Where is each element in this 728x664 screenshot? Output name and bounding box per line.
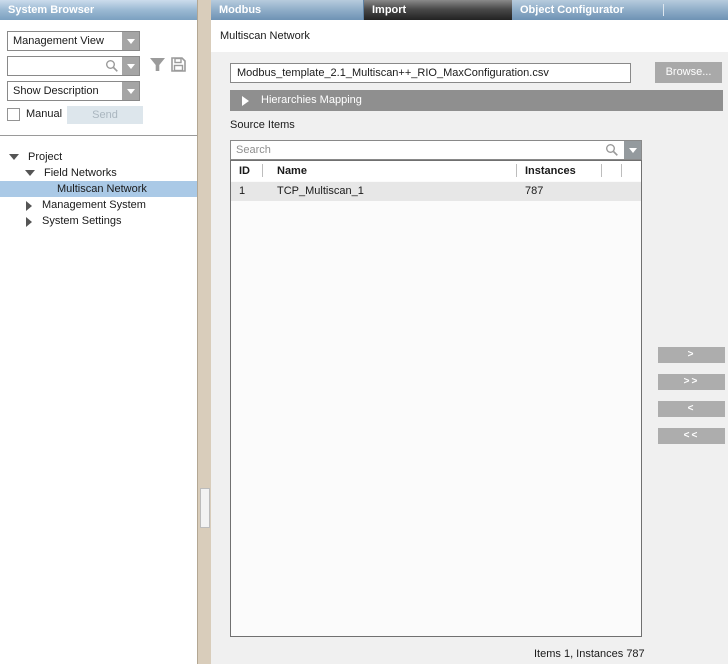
tab-import[interactable]: Import — [364, 0, 512, 20]
source-items-label: Source Items — [230, 119, 295, 131]
tree-item-project[interactable]: Project — [0, 149, 197, 165]
chevron-down-icon[interactable] — [122, 32, 139, 50]
source-search-field[interactable] — [230, 140, 642, 160]
manual-checkbox[interactable] — [7, 108, 20, 121]
tree-item-management-system[interactable]: Management System — [0, 197, 197, 213]
cell-name: TCP_Multiscan_1 — [263, 182, 516, 201]
browser-search-field[interactable] — [7, 56, 140, 76]
view-selector-dropdown[interactable]: Management View — [7, 31, 140, 51]
search-icon — [105, 59, 119, 76]
tab-modbus[interactable]: Modbus — [211, 0, 364, 20]
table-row[interactable]: 1 TCP_Multiscan_1 787 — [231, 182, 641, 201]
import-file-field[interactable] — [230, 63, 631, 83]
description-selector-value: Show Description — [13, 85, 99, 97]
system-browser-panel: System Browser Management View Show Desc… — [0, 0, 197, 664]
expand-arrow-icon[interactable] — [9, 154, 19, 160]
description-selector-dropdown[interactable]: Show Description — [7, 81, 140, 101]
search-icon — [605, 143, 619, 160]
filter-icon[interactable] — [149, 57, 166, 76]
tab-object-configurator[interactable]: Object Configurator — [512, 0, 663, 20]
column-header-spacer — [602, 161, 621, 181]
column-header-id[interactable]: ID — [231, 161, 262, 181]
import-file-input[interactable] — [231, 64, 630, 82]
tab-bar: Modbus Import Object Configurator — [211, 0, 728, 20]
move-right-button[interactable]: > — [658, 347, 725, 363]
collapse-arrow-icon — [242, 96, 249, 106]
chevron-down-icon[interactable] — [122, 82, 139, 100]
source-items-table: ID Name Instances 1 TCP_Multiscan_1 787 — [230, 160, 642, 637]
system-browser-tree: Project Field Networks Multiscan Network… — [0, 149, 197, 229]
save-icon[interactable] — [170, 56, 187, 76]
move-all-left-button[interactable]: << — [658, 428, 725, 444]
search-options-chevron-icon[interactable] — [122, 57, 139, 75]
collapse-arrow-icon[interactable] — [26, 201, 32, 211]
collapse-arrow-icon[interactable] — [26, 217, 32, 227]
panel-separator — [0, 135, 197, 136]
cell-instances: 787 — [517, 182, 601, 201]
tree-item-field-networks[interactable]: Field Networks — [0, 165, 197, 181]
status-bar-text: Items 1, Instances 787 — [534, 648, 645, 660]
tree-item-multiscan-network[interactable]: Multiscan Network — [0, 181, 197, 197]
vertical-scrollbar[interactable] — [197, 0, 211, 664]
cell-id: 1 — [231, 182, 262, 201]
hierarchies-mapping-label: Hierarchies Mapping — [261, 90, 362, 111]
tree-item-system-settings[interactable]: System Settings — [0, 213, 197, 229]
browse-button[interactable]: Browse... — [655, 62, 722, 83]
table-header-row: ID Name Instances — [231, 161, 641, 181]
tab-bar-divider — [663, 4, 664, 16]
column-header-instances[interactable]: Instances — [517, 161, 601, 181]
scrollbar-thumb[interactable] — [200, 488, 210, 528]
move-all-right-button[interactable]: >> — [658, 374, 725, 390]
search-options-chevron-icon[interactable] — [624, 141, 641, 159]
column-divider[interactable] — [621, 164, 622, 177]
import-panel: Modbus Import Object Configurator Multis… — [211, 0, 728, 664]
browser-search-input[interactable] — [8, 57, 139, 75]
hierarchies-mapping-section[interactable]: Hierarchies Mapping — [230, 90, 723, 111]
view-selector-value: Management View — [13, 35, 104, 47]
expand-arrow-icon[interactable] — [25, 170, 35, 176]
source-search-input[interactable] — [231, 141, 641, 159]
column-header-name[interactable]: Name — [263, 161, 516, 181]
system-browser-header: System Browser — [0, 0, 197, 20]
manual-checkbox-label: Manual — [26, 108, 62, 120]
send-button[interactable]: Send — [67, 106, 143, 124]
move-left-button[interactable]: < — [658, 401, 725, 417]
page-title: Multiscan Network — [220, 30, 310, 42]
